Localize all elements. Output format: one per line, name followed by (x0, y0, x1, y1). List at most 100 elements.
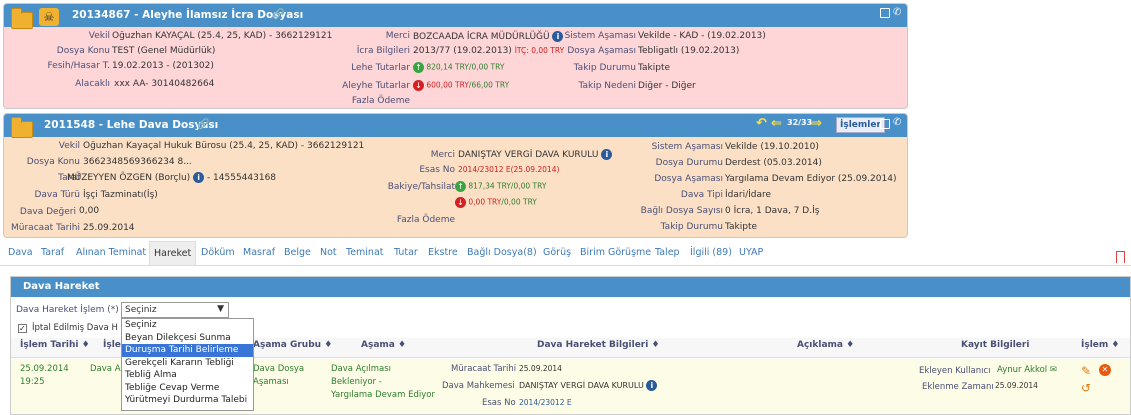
esas-no-value: 2014/23012 E(25.09.2014) (458, 165, 560, 174)
dropdown-option[interactable]: Beyan Dilekçesi Sunma (122, 332, 253, 345)
tab-masraf[interactable]: Masraf (243, 247, 275, 258)
tab-talep[interactable]: Talep (655, 247, 680, 258)
islemler-button[interactable]: İşlemler (836, 117, 885, 133)
row-tarih: 25.09.2014 (20, 364, 69, 374)
panel-title[interactable]: 2011548 - Lehe Dava Dosyası (44, 119, 218, 131)
tab-bar: Dava Taraf Alınan Teminat Hareket Döküm … (0, 241, 1131, 265)
next-arrow-icon[interactable]: ⇒ (811, 116, 822, 131)
bookmark-icon[interactable] (1116, 251, 1125, 263)
info-icon[interactable]: i (646, 380, 658, 391)
row-saat: 19:25 (20, 377, 45, 387)
iptal-checkbox[interactable]: ✓ (18, 324, 27, 333)
tab-ilgili[interactable]: İlgili (89) (690, 247, 732, 258)
dava-turu-label: Dava Türü (34, 190, 80, 200)
info-icon[interactable]: i (552, 31, 564, 42)
bakiye-label: Bakiye/Tahsilat (387, 182, 455, 192)
info-icon[interactable]: i (601, 149, 613, 160)
link-icon[interactable]: 🔗 (197, 119, 209, 130)
takip-durumu-value: Takipte (638, 63, 671, 73)
col-asama[interactable]: Aşama ♦ (361, 340, 406, 358)
pencil-icon[interactable]: ✎ (1081, 364, 1091, 378)
tab-birim-gorusme[interactable]: Birim Görüşme (580, 247, 651, 258)
takip-durumu-value: Takipte (725, 222, 758, 232)
col-asama-grubu[interactable]: Aşama Grubu ♦ (253, 340, 332, 358)
sistem-asamasi-value: Vekilde - KAD - (19.02.2013) (638, 31, 766, 41)
back-arrow-icon[interactable]: ⇐ (771, 116, 782, 131)
vekil-value: Oğuzhan KAYAÇAL (25.4, 25, KAD) - 366212… (112, 31, 333, 41)
tab-hareket[interactable]: Hareket (149, 241, 197, 265)
dropdown-option[interactable]: Gerekçeli Kararın Tebliği (122, 357, 253, 370)
col-islem-tarihi[interactable]: İşlem Tarihi ♦ (20, 340, 90, 358)
dosya-asamasi-label: Dosya Aşaması (567, 46, 636, 56)
select-value: Seçiniz (125, 305, 157, 315)
itc-value: İTÇ: 0,00 TRY (514, 46, 565, 55)
dosya-konu-label: Dosya Konu (56, 46, 110, 56)
tab-gorus[interactable]: Görüş (543, 247, 571, 258)
tab-tutar[interactable]: Tutar (394, 247, 418, 258)
edit-icon[interactable] (880, 119, 890, 129)
file-panel-icra: 20134867 - Aleyhe İlamsız İcra Dosyası 🔗… (3, 3, 908, 109)
link-icon[interactable]: 🔗 (272, 9, 284, 20)
tab-bagli-dosya[interactable]: Bağlı Dosya(8) (467, 247, 537, 258)
tab-dokum[interactable]: Döküm (201, 247, 235, 258)
dosya-asamasi-label: Dosya Aşaması (654, 174, 723, 184)
icra-bilgileri-value: 2013/77 (19.02.2013) İTÇ: 0,00 TRY (413, 46, 565, 56)
cancel-icon[interactable]: ✕ (1099, 364, 1111, 376)
file-panel-dava: 2011548 - Lehe Dava Dosyası 🔗 ↶ ⇐ 32/33 … (3, 113, 908, 238)
col-hareket-bilgileri[interactable]: Dava Hareket Bilgileri ♦ (537, 340, 660, 358)
tab-belge[interactable]: Belge (284, 247, 311, 258)
tab-uyap[interactable]: UYAP (739, 247, 763, 258)
dava-degeri-label: Dava Değeri (19, 207, 76, 217)
takip-nedeni-value: Diğer - Diğer (638, 81, 696, 91)
dropdown-option[interactable]: Tebliğe Cevap Verme (122, 382, 253, 395)
dropdown-option-highlighted[interactable]: Duruşma Tarihi Belirleme (122, 344, 253, 357)
tab-teminat[interactable]: Teminat (346, 247, 384, 258)
lehe-tutarlar-value: ↑ 820,14 TRY/0,00 TRY (413, 62, 504, 73)
row-esas-value: 2014/23012 E (519, 398, 572, 407)
folder-icon (11, 8, 33, 29)
dosya-konu-value: TEST (Genel Müdürlük) (112, 46, 216, 56)
edit-icon[interactable] (880, 8, 890, 18)
bagli-dosya-value: 0 İcra, 1 Dava, 7 D.İş (725, 206, 820, 216)
prev-arrow-icon[interactable]: ↶ (756, 116, 767, 131)
chevron-down-icon: ▼ (217, 304, 224, 314)
row-asama3: Yargılama Devam Ediyor (331, 390, 435, 400)
dropdown-option[interactable]: Yürütmeyi Durdurma Talebi (122, 394, 253, 407)
row-muracaat-label: Müracaat Tarihi (451, 364, 517, 374)
down-arrow-icon: ↓ (455, 197, 466, 208)
tahsilat-amount2: /0,00 TRY (501, 197, 537, 207)
col-islem-actions[interactable]: İşlem ♦ (1081, 340, 1119, 358)
mail-icon[interactable]: ✉ (1050, 365, 1057, 375)
tab-not[interactable]: Not (320, 247, 337, 258)
dropdown-option[interactable]: Seçiniz (122, 319, 253, 332)
aleyhe-amount: 600,00 TRY (426, 80, 469, 90)
tab-dava[interactable]: Dava (8, 247, 33, 258)
tahsilat-amount: 0,00 TRY (468, 197, 502, 207)
row-grup1: Dava Dosya (253, 364, 305, 374)
phone-icon[interactable]: ✆ (893, 117, 901, 128)
tab-ekstre[interactable]: Ekstre (428, 247, 458, 258)
tab-taraf[interactable]: Taraf (41, 247, 64, 258)
fazla-odeme-label: Fazla Ödeme (351, 96, 410, 106)
phone-icon[interactable]: ✆ (893, 7, 901, 18)
up-arrow-icon: ↑ (413, 62, 424, 73)
col-aciklama[interactable]: Açıklama ♦ (797, 340, 854, 358)
sistem-asamasi-label: Sistem Aşaması (564, 31, 636, 41)
muracaat-tarihi-label: Müracaat Tarihi (11, 223, 80, 233)
alacakli-label: Alacaklı (75, 79, 110, 89)
history-icon[interactable]: ↺ (1081, 381, 1091, 395)
info-icon[interactable]: i (193, 172, 205, 183)
fesih-label: Fesih/Hasar T. (47, 61, 111, 71)
fesih-value: 19.02.2013 - (201302) (112, 61, 214, 71)
row-esas-label: Esas No (482, 398, 516, 408)
dava-tipi-value: İdari/İdare (725, 190, 772, 200)
dosya-konu-label: Dosya Konu (26, 157, 80, 167)
down-arrow-icon: ↓ (413, 80, 424, 91)
merci-label: Merci (385, 31, 410, 41)
dropdown-option[interactable]: Tebliğ Alma (122, 369, 253, 382)
panel-title[interactable]: 20134867 - Aleyhe İlamsız İcra Dosyası (72, 9, 303, 21)
col-islem[interactable]: İşle (103, 340, 121, 358)
tab-alinan-teminat[interactable]: Alınan Teminat (76, 247, 146, 258)
dosya-durumu-label: Dosya Durumu (655, 158, 723, 168)
islem-select[interactable]: Seçiniz ▼ (121, 302, 229, 318)
